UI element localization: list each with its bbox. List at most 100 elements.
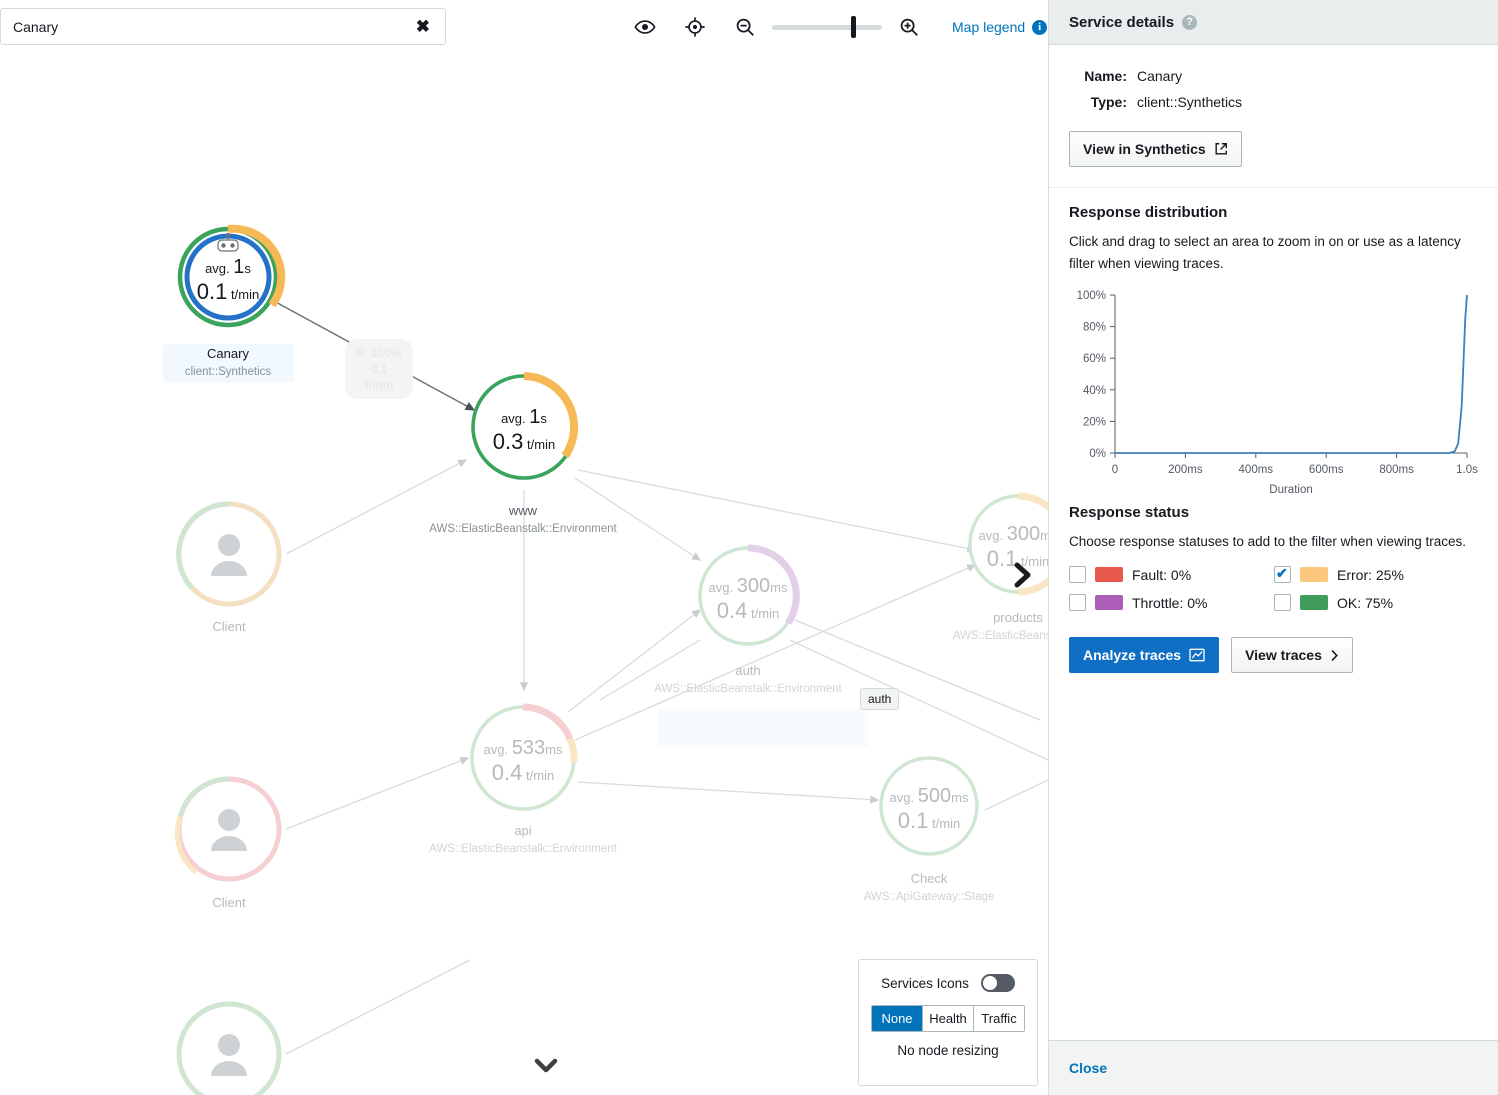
zoom-slider-handle[interactable] [851,16,856,38]
svg-text:0%: 0% [1089,448,1106,460]
map-settings-card: Services Icons None Health Traffic No no… [858,959,1038,1086]
node-size-segmented-control: None Health Traffic [871,1005,1025,1032]
fault-color-swatch [1095,567,1123,582]
analyze-traces-button[interactable]: Analyze traces [1069,637,1219,673]
svg-text:100%: 100% [1077,290,1106,302]
map-legend-label: Map legend [952,19,1025,35]
svg-text:60%: 60% [1083,353,1106,365]
fault-checkbox[interactable] [1069,566,1086,583]
status-option-fault[interactable]: Fault: 0% [1069,566,1274,583]
fault-label: Fault: 0% [1132,567,1191,583]
analyze-traces-label: Analyze traces [1083,646,1181,664]
node-canary [180,229,281,325]
svg-text:40%: 40% [1083,385,1106,397]
service-name-row: Name: Canary [1069,63,1478,89]
response-status-title: Response status [1069,504,1478,521]
node-check [881,758,977,854]
error-color-swatch [1300,567,1328,582]
ok-checkbox[interactable] [1274,594,1291,611]
close-panel-link[interactable]: Close [1069,1060,1107,1076]
ok-color-swatch [1300,595,1328,610]
center-focus-icon[interactable] [670,8,720,46]
throttle-checkbox[interactable] [1069,594,1086,611]
eye-icon[interactable] [620,8,670,46]
response-distribution-title: Response distribution [1069,204,1478,221]
zoom-in-icon[interactable] [884,8,934,46]
service-map-canvas[interactable]: avg. 1s 0.1 t/min avg. 1s 0.3 t/min avg.… [0,54,1048,1095]
zoom-out-icon[interactable] [720,8,770,46]
search-box[interactable]: Canary ✖ [0,8,446,45]
segment-traffic[interactable]: Traffic [974,1006,1024,1031]
name-value: Canary [1137,63,1182,89]
error-label: Error: 25% [1337,567,1404,583]
node-www [473,376,575,478]
info-icon[interactable]: i [1032,20,1047,35]
status-option-ok[interactable]: OK: 75% [1274,594,1478,611]
response-status-desc: Choose response statuses to add to the f… [1069,531,1478,553]
segment-health[interactable]: Health [923,1006,974,1031]
response-distribution-chart[interactable]: 0%20%40%60%80%100%0200ms400ms600ms800ms1… [1069,285,1478,500]
canary-label-highlight [163,344,294,382]
view-traces-button[interactable]: View traces [1231,637,1353,673]
search-input[interactable]: Canary [13,18,413,36]
services-icons-toggle[interactable] [981,974,1015,992]
edge-pill-line1: 0: 100% [355,345,403,361]
throttle-color-swatch [1095,595,1123,610]
segment-none[interactable]: None [872,1006,923,1031]
node-products [970,496,1048,592]
map-legend-link[interactable]: Map legend i [952,19,1047,35]
panel-body: Name: Canary Type: client::Synthetics Vi… [1049,45,1498,1040]
service-meta: Name: Canary Type: client::Synthetics [1069,45,1478,115]
service-details-panel: Service details ? Name: Canary Type: cli… [1048,0,1498,1095]
chevron-right-icon [1330,649,1339,662]
zoom-slider-track [772,25,882,30]
clear-search-icon[interactable]: ✖ [413,16,433,37]
services-icons-row: Services Icons [871,974,1025,992]
response-distribution-desc: Click and drag to select an area to zoom… [1069,231,1478,275]
node-client-2 [177,779,279,879]
edge-pill-line2: 0.1 t/min [355,361,403,393]
divider [1049,187,1498,188]
view-in-synthetics-button[interactable]: View in Synthetics [1069,131,1242,167]
view-traces-label: View traces [1245,646,1322,664]
zoom-slider[interactable] [772,8,882,46]
type-value: client::Synthetics [1137,89,1242,115]
external-link-icon [1214,142,1228,156]
ok-label: OK: 75% [1337,595,1393,611]
service-map-graph [0,54,1048,1095]
svg-text:1.0s: 1.0s [1456,464,1478,476]
edge-label-canary-www: 0: 100% 0.1 t/min [345,339,413,399]
service-type-row: Type: client::Synthetics [1069,89,1478,115]
node-api [472,707,574,809]
toggle-knob [983,976,997,990]
panel-footer: Close [1049,1040,1498,1095]
panel-header: Service details ? [1049,0,1498,45]
services-icons-label: Services Icons [881,976,969,991]
analytics-icon [1189,648,1205,662]
collapse-panel-chevron-right-icon[interactable] [1010,560,1036,595]
error-checkbox[interactable] [1274,566,1291,583]
status-option-error[interactable]: Error: 25% [1274,566,1478,583]
panel-actions: Analyze traces View traces [1069,637,1478,673]
svg-text:400ms: 400ms [1239,464,1274,476]
node-resizing-status: No node resizing [871,1043,1025,1058]
panel-title: Service details [1069,14,1174,31]
node-client-1 [179,504,279,604]
svg-text:800ms: 800ms [1379,464,1414,476]
svg-text:0: 0 [1112,464,1118,476]
edge-chip-auth[interactable]: auth [860,688,899,710]
name-label: Name: [1069,63,1127,89]
response-status-options: Fault: 0% Error: 25% Throttle: 0% OK: 75… [1069,566,1478,611]
status-option-throttle[interactable]: Throttle: 0% [1069,594,1274,611]
node-client-3 [179,1004,279,1095]
view-in-synthetics-label: View in Synthetics [1083,140,1206,158]
distribution-svg: 0%20%40%60%80%100%0200ms400ms600ms800ms1… [1069,285,1479,500]
node-auth [700,548,796,644]
map-view-controls: Map legend i [620,8,1047,46]
auth-label-highlight [658,709,868,747]
svg-text:200ms: 200ms [1168,464,1203,476]
throttle-label: Throttle: 0% [1132,595,1207,611]
scroll-down-chevron-icon[interactable] [531,1055,561,1082]
help-icon[interactable]: ? [1182,15,1197,30]
svg-text:600ms: 600ms [1309,464,1344,476]
